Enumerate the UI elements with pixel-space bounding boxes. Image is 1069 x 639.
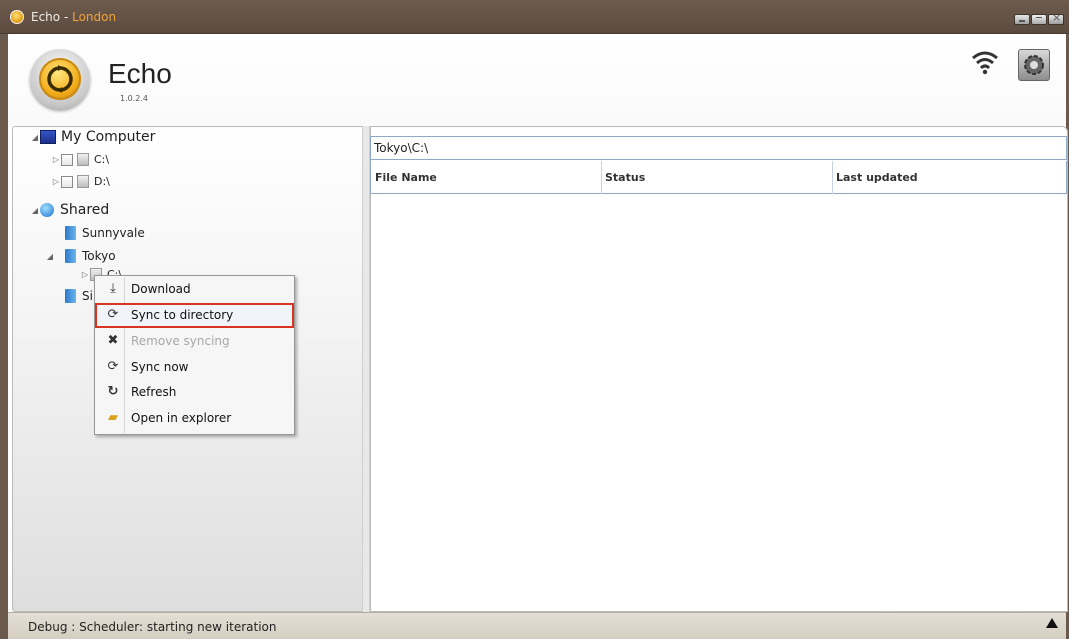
drive-icon [77, 153, 89, 166]
tree-label-shared: Shared [60, 202, 110, 218]
settings-gear-icon[interactable] [1018, 49, 1050, 81]
column-header-file-name[interactable]: File Name [375, 171, 437, 184]
menu-item-sync-now[interactable]: ⟳ Sync now [95, 355, 294, 380]
drive-icon [77, 175, 89, 188]
menu-item-label: Sync to directory [131, 308, 234, 322]
column-header-last-updated[interactable]: Last updated [836, 171, 918, 184]
sync-icon: ⟳ [107, 359, 119, 374]
menu-item-label: Sync now [131, 360, 189, 374]
file-list-header [370, 161, 1067, 194]
app-name: Echo [108, 58, 172, 89]
tree-node-sunnyvale[interactable]: Sunnyvale [65, 226, 145, 240]
tree-node-tokyo[interactable]: ◢ Tokyo [45, 249, 116, 263]
collapsed-arrow-icon[interactable]: ▷ [80, 270, 90, 279]
drive-d-checkbox[interactable] [61, 175, 73, 188]
menu-item-sync-to-directory[interactable]: ⟳ Sync to directory [95, 303, 294, 328]
column-separator[interactable] [832, 161, 833, 194]
expanded-arrow-icon[interactable]: ◢ [30, 206, 40, 215]
globe-icon [40, 203, 54, 217]
menu-item-open-in-explorer[interactable]: ▰ Open in explorer [95, 406, 294, 431]
sync-icon: ⟳ [107, 307, 119, 322]
refresh-icon: ↻ [107, 384, 119, 399]
folder-icon [65, 249, 76, 263]
collapsed-arrow-icon[interactable]: ▷ [51, 177, 61, 186]
path-bar [370, 136, 1067, 160]
expand-up-icon[interactable] [1046, 618, 1058, 628]
menu-item-label: Remove syncing [131, 334, 230, 348]
file-list-panel [370, 126, 1068, 612]
column-header-status[interactable]: Status [605, 171, 645, 184]
menu-item-remove-syncing[interactable]: ✖ Remove syncing [95, 329, 294, 354]
tree-label-my-computer: My Computer [61, 129, 156, 145]
download-icon: ⤓ [110, 281, 116, 296]
folder-icon [65, 289, 76, 303]
column-separator[interactable] [601, 161, 602, 194]
menu-item-label: Refresh [131, 385, 177, 399]
menu-item-label: Open in explorer [131, 411, 232, 425]
tree-label-drive-d: D:\ [94, 175, 110, 188]
menu-item-download[interactable]: ⤓ Download [95, 277, 294, 302]
folder-icon [65, 226, 76, 240]
expanded-arrow-icon[interactable]: ◢ [45, 252, 55, 261]
drive-c-checkbox[interactable] [61, 153, 73, 166]
close-icon[interactable] [1048, 11, 1064, 25]
title-bar [0, 0, 1069, 34]
tree-label-si: Si [82, 289, 93, 303]
tree-node-my-computer[interactable]: ◢ My Computer [30, 129, 156, 145]
tree-node-drive-d[interactable]: ▷ D:\ [51, 175, 110, 188]
app-icon [10, 10, 24, 24]
tree-node-drive-c[interactable]: ▷ C:\ [51, 153, 109, 166]
status-text: Debug : Scheduler: starting new iteratio… [28, 620, 277, 634]
tree-node-si[interactable]: Si [65, 289, 93, 303]
sync-logo-arrows-icon [47, 65, 73, 93]
computer-icon [40, 130, 56, 144]
menu-item-label: Download [131, 282, 191, 296]
current-path: Tokyo\C:\ [374, 141, 429, 155]
wifi-icon[interactable] [970, 48, 1000, 76]
maximize-icon[interactable] [1031, 14, 1047, 25]
collapsed-arrow-icon[interactable]: ▷ [51, 155, 61, 164]
tree-label-tokyo: Tokyo [82, 249, 116, 263]
expanded-arrow-icon[interactable]: ◢ [30, 133, 40, 142]
menu-item-refresh[interactable]: ↻ Refresh [95, 380, 294, 405]
tree-label-drive-c: C:\ [94, 153, 110, 166]
window-title-location: London [72, 10, 117, 24]
panel-splitter[interactable] [362, 126, 370, 612]
folder-open-icon: ▰ [108, 410, 118, 425]
window-title: Echo - London [31, 10, 116, 24]
window-title-app: Echo - [31, 10, 73, 24]
tree-label-sunnyvale: Sunnyvale [82, 226, 145, 240]
tree-node-shared[interactable]: ◢ Shared [30, 202, 109, 218]
minimize-icon[interactable] [1014, 14, 1030, 25]
app-version: 1.0.2.4 [120, 94, 148, 103]
remove-x-icon: ✖ [107, 333, 119, 348]
